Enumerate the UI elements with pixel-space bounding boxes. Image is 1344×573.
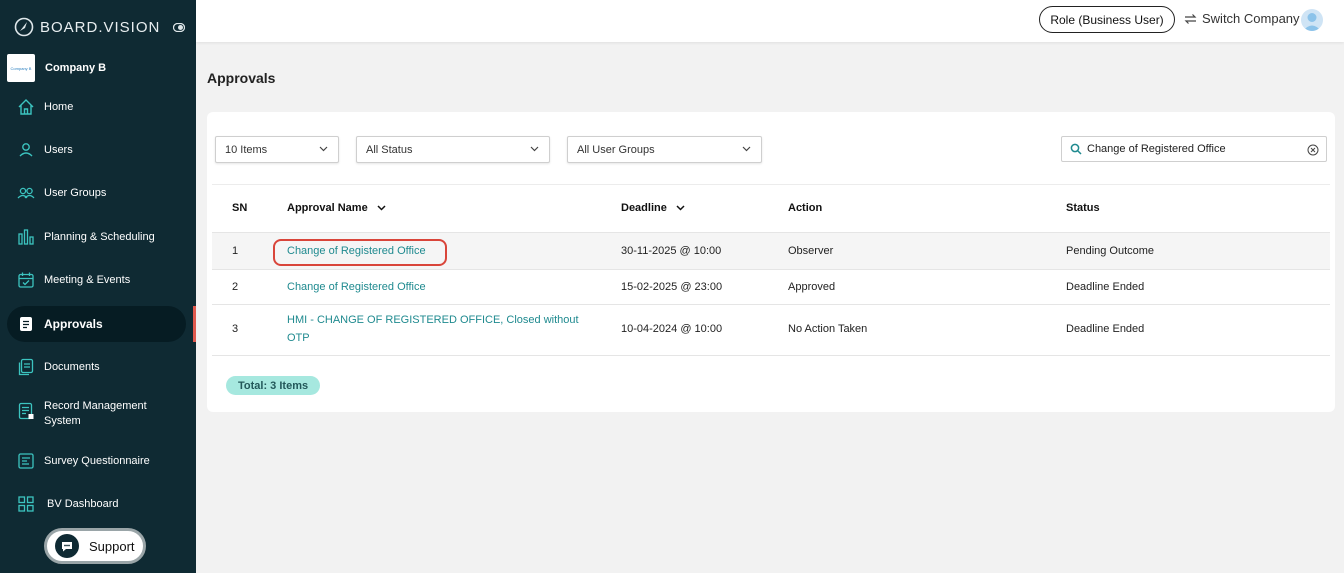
planning-chart-icon bbox=[18, 229, 34, 245]
sidebar-item-home[interactable]: Home bbox=[7, 89, 186, 125]
search-input[interactable]: Change of Registered Office bbox=[1061, 136, 1327, 162]
company-logo: Company B bbox=[7, 54, 35, 82]
row-action: No Action Taken bbox=[788, 323, 868, 335]
page-title: Approvals bbox=[207, 70, 276, 86]
active-nav-marker bbox=[193, 306, 196, 342]
calendar-icon bbox=[18, 272, 34, 288]
dashboard-grid-icon bbox=[18, 496, 34, 512]
survey-icon bbox=[18, 453, 34, 469]
company-switcher[interactable]: Company B Company B bbox=[7, 54, 106, 82]
sidebar-item-label: Survey Questionnaire bbox=[44, 454, 150, 467]
chevron-down-icon bbox=[319, 146, 328, 152]
sidebar-item-dashboard[interactable]: BV Dashboard bbox=[7, 486, 186, 522]
row-deadline: 30-11-2025 @ 10:00 bbox=[621, 245, 722, 257]
clear-search-icon[interactable] bbox=[1307, 144, 1319, 156]
user-icon bbox=[19, 143, 33, 157]
support-button[interactable]: Support bbox=[44, 528, 146, 564]
user-avatar[interactable] bbox=[1301, 9, 1323, 31]
column-header-label: Approval Name bbox=[287, 202, 368, 214]
column-header-deadline[interactable]: Deadline bbox=[621, 202, 685, 214]
board-vision-logo-icon bbox=[14, 17, 34, 37]
avatar-icon bbox=[1303, 13, 1321, 31]
table-row[interactable]: 1 Change of Registered Office 30-11-2025… bbox=[212, 233, 1330, 270]
brand[interactable]: BOARD.VISION bbox=[14, 17, 160, 37]
row-deadline: 15-02-2025 @ 23:00 bbox=[621, 281, 723, 293]
user-groups-select[interactable]: All User Groups bbox=[567, 136, 762, 163]
sidebar-item-label: Meeting & Events bbox=[44, 273, 131, 286]
switch-company-label: Switch Company bbox=[1202, 11, 1300, 26]
sidebar: BOARD.VISION Company B Company B Home Us… bbox=[0, 0, 196, 573]
user-group-icon bbox=[17, 187, 35, 199]
table-header: SN Approval Name Deadline Action Status bbox=[212, 184, 1330, 233]
search-value: Change of Registered Office bbox=[1087, 143, 1226, 155]
row-sn: 3 bbox=[232, 323, 239, 335]
sort-chevron-icon[interactable] bbox=[676, 205, 685, 211]
home-icon bbox=[18, 99, 34, 115]
row-status: Deadline Ended bbox=[1066, 323, 1145, 335]
company-name: Company B bbox=[45, 62, 107, 74]
sidebar-item-label: Documents bbox=[44, 360, 100, 373]
column-header-approval-name[interactable]: Approval Name bbox=[287, 202, 386, 214]
approval-name-line: HMI - CHANGE OF REGISTERED OFFICE, Close… bbox=[287, 314, 579, 326]
company-logo-text: Company B bbox=[10, 65, 32, 71]
total-items-badge: Total: 3 Items bbox=[226, 376, 321, 395]
row-deadline: 10-04-2024 @ 10:00 bbox=[621, 323, 723, 335]
sidebar-item-label: Home bbox=[44, 100, 74, 113]
row-sn: 1 bbox=[232, 245, 239, 257]
sidebar-item-records[interactable]: Record Management System bbox=[7, 396, 186, 432]
approvals-icon bbox=[20, 317, 32, 331]
documents-icon bbox=[18, 358, 34, 376]
items-per-page-select[interactable]: 10 Items bbox=[215, 136, 339, 163]
search-icon bbox=[1070, 143, 1082, 155]
approval-name-link[interactable]: Change of Registered Office bbox=[287, 278, 426, 296]
role-button[interactable]: Role (Business User) bbox=[1039, 6, 1175, 33]
top-bar: Role (Business User) Switch Company bbox=[196, 0, 1344, 42]
sort-chevron-icon[interactable] bbox=[377, 205, 386, 211]
column-header-label: Action bbox=[788, 202, 823, 214]
column-header-label: SN bbox=[232, 202, 248, 214]
row-sn: 2 bbox=[232, 281, 239, 293]
column-header-sn: SN bbox=[232, 202, 247, 214]
sidebar-item-planning[interactable]: Planning & Scheduling bbox=[7, 219, 186, 255]
record-icon bbox=[18, 402, 34, 420]
items-per-page-value: 10 Items bbox=[225, 143, 268, 156]
sidebar-item-users[interactable]: Users bbox=[7, 132, 186, 168]
approval-name-line: OTP bbox=[287, 332, 310, 344]
sidebar-item-label: Planning & Scheduling bbox=[44, 230, 155, 243]
user-groups-value: All User Groups bbox=[577, 143, 655, 156]
column-header-label: Deadline bbox=[621, 202, 667, 214]
brand-name: BOARD.VISION bbox=[40, 18, 161, 36]
sidebar-item-approvals[interactable]: Approvals bbox=[7, 306, 186, 342]
switch-arrows-icon bbox=[1184, 13, 1197, 24]
chevron-down-icon bbox=[530, 146, 539, 152]
sidebar-item-label: Record Management System bbox=[44, 400, 147, 427]
chat-support-icon bbox=[55, 534, 79, 558]
column-header-status: Status bbox=[1066, 202, 1100, 214]
sidebar-toggle-icon[interactable] bbox=[173, 23, 185, 32]
row-status: Pending Outcome bbox=[1066, 245, 1155, 257]
switch-company-button[interactable]: Switch Company bbox=[1184, 11, 1300, 26]
approval-name-link[interactable]: HMI - CHANGE OF REGISTERED OFFICE, Close… bbox=[287, 311, 579, 347]
sidebar-item-label: Users bbox=[44, 143, 73, 156]
column-header-action: Action bbox=[788, 202, 822, 214]
status-value: All Status bbox=[366, 143, 413, 156]
approval-name-link[interactable]: Change of Registered Office bbox=[287, 242, 426, 260]
sidebar-item-label: BV Dashboard bbox=[47, 497, 119, 510]
sidebar-item-meetings[interactable]: Meeting & Events bbox=[7, 262, 186, 298]
table-row[interactable]: 2 Change of Registered Office 15-02-2025… bbox=[212, 270, 1330, 305]
table-row[interactable]: 3 HMI - CHANGE OF REGISTERED OFFICE, Clo… bbox=[212, 305, 1330, 356]
row-status: Deadline Ended bbox=[1066, 281, 1145, 293]
status-select[interactable]: All Status bbox=[356, 136, 550, 163]
sidebar-item-survey[interactable]: Survey Questionnaire bbox=[7, 443, 186, 479]
sidebar-item-label: Approvals bbox=[44, 316, 103, 331]
row-action: Observer bbox=[788, 245, 834, 257]
sidebar-item-label: User Groups bbox=[44, 186, 107, 199]
column-header-label: Status bbox=[1066, 202, 1100, 214]
sidebar-item-user-groups[interactable]: User Groups bbox=[7, 175, 186, 211]
sidebar-item-documents[interactable]: Documents bbox=[7, 349, 186, 385]
chevron-down-icon bbox=[742, 146, 751, 152]
support-label: Support bbox=[89, 538, 135, 554]
approvals-card: 10 Items All Status All User Groups Chan… bbox=[207, 112, 1335, 412]
row-action: Approved bbox=[788, 281, 836, 293]
